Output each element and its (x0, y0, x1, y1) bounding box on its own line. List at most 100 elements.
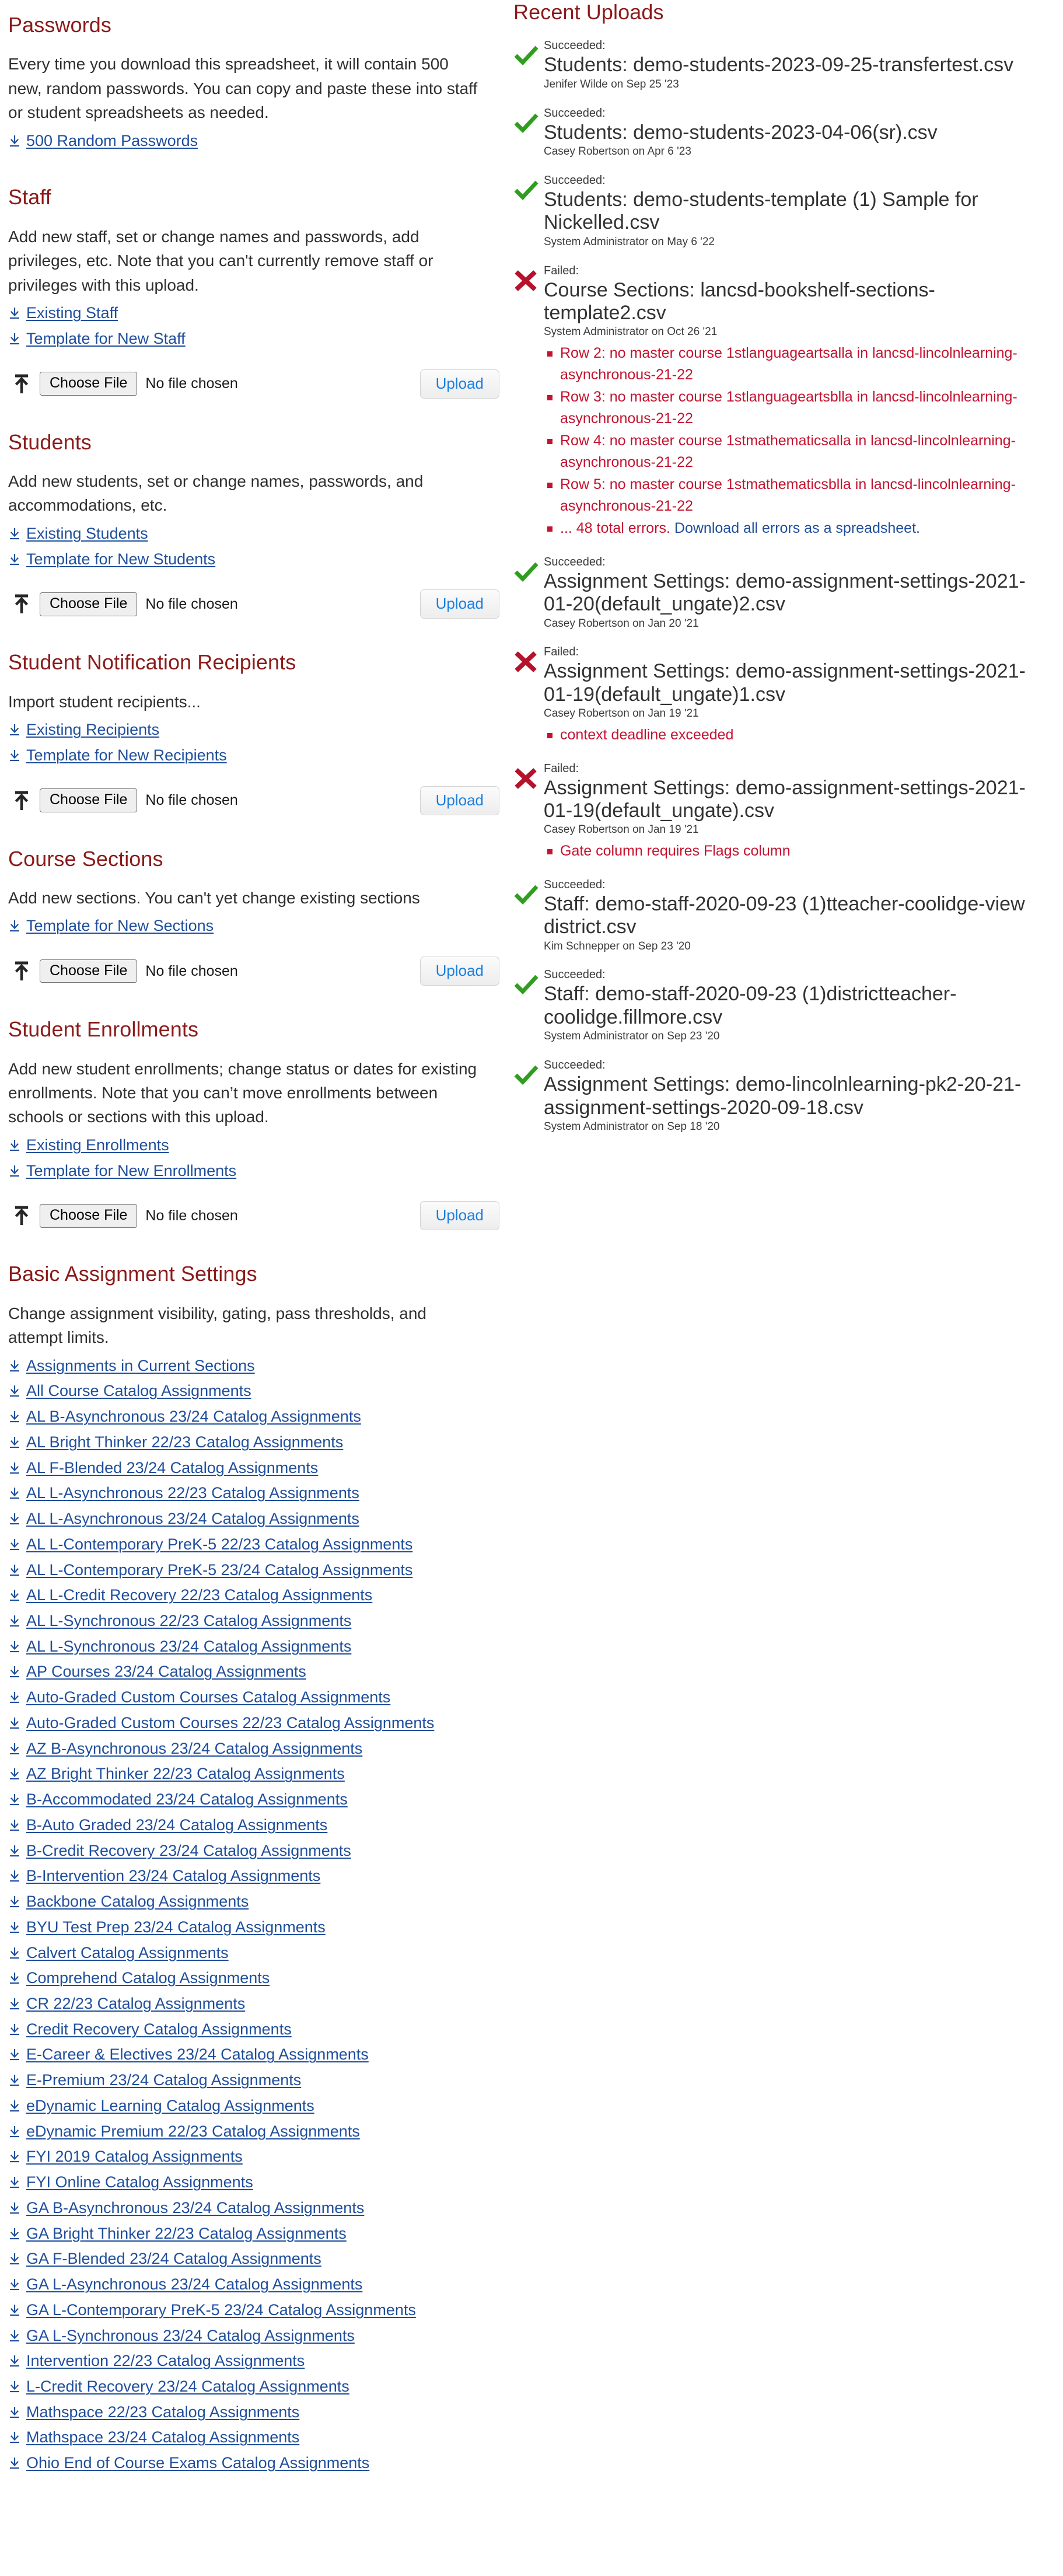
download-link[interactable]: FYI 2019 Catalog Assignments (8, 2148, 243, 2165)
download-link[interactable]: B-Credit Recovery 23/24 Catalog Assignme… (8, 1842, 351, 1859)
upload-button[interactable]: Upload (419, 1201, 499, 1231)
download-link[interactable]: CR 22/23 Catalog Assignments (8, 1995, 245, 2012)
download-link[interactable]: AL L-Asynchronous 22/23 Catalog Assignme… (8, 1484, 359, 1502)
download-link[interactable]: Template for New Students (8, 550, 215, 568)
download-link-row: GA L-Contemporary PreK-5 23/24 Catalog A… (8, 2298, 499, 2323)
download-link-row: AL B-Asynchronous 23/24 Catalog Assignme… (8, 1404, 499, 1430)
download-link[interactable]: L-Credit Recovery 23/24 Catalog Assignme… (8, 2378, 349, 2395)
download-link-row: E-Career & Electives 23/24 Catalog Assig… (8, 2042, 499, 2068)
download-link[interactable]: eDynamic Premium 22/23 Catalog Assignmen… (8, 2123, 360, 2140)
download-link[interactable]: Calvert Catalog Assignments (8, 1944, 229, 1961)
choose-file-button[interactable]: Choose File (40, 592, 138, 616)
file-upload-row: Choose File No file chosen Upload (8, 786, 499, 815)
download-link[interactable]: Existing Staff (8, 304, 118, 322)
download-link[interactable]: GA L-Asynchronous 23/24 Catalog Assignme… (8, 2275, 362, 2293)
upload-meta: System Administrator on May 6 '22 (544, 236, 1051, 249)
download-link[interactable]: Comprehend Catalog Assignments (8, 1969, 270, 1987)
download-link[interactable]: GA B-Asynchronous 23/24 Catalog Assignme… (8, 2199, 364, 2217)
download-link[interactable]: Auto-Graded Custom Courses Catalog Assig… (8, 1688, 390, 1706)
recent-uploads-title: Recent Uploads (513, 0, 664, 24)
download-link[interactable]: Backbone Catalog Assignments (8, 1893, 249, 1910)
download-link-label: AL L-Asynchronous 23/24 Catalog Assignme… (26, 1510, 359, 1528)
upload-button[interactable]: Upload (419, 957, 499, 986)
upload-user: Casey Robertson (544, 823, 630, 836)
choose-file-button[interactable]: Choose File (40, 372, 138, 396)
download-link-list: Existing Staff Template for New Staff (8, 301, 499, 351)
download-link[interactable]: BYU Test Prep 23/24 Catalog Assignments (8, 1918, 326, 1936)
download-link[interactable]: GA Bright Thinker 22/23 Catalog Assignme… (8, 2225, 347, 2242)
download-link[interactable]: AZ Bright Thinker 22/23 Catalog Assignme… (8, 1765, 345, 1782)
download-link[interactable]: AL F-Blended 23/24 Catalog Assignments (8, 1459, 318, 1477)
download-link[interactable]: B-Intervention 23/24 Catalog Assignments (8, 1867, 320, 1884)
download-link[interactable]: eDynamic Learning Catalog Assignments (8, 2097, 314, 2114)
download-link[interactable]: Template for New Staff (8, 330, 186, 347)
download-link[interactable]: AP Courses 23/24 Catalog Assignments (8, 1663, 306, 1680)
download-link[interactable]: E-Career & Electives 23/24 Catalog Assig… (8, 2046, 369, 2063)
download-link[interactable]: AL L-Contemporary PreK-5 22/23 Catalog A… (8, 1535, 412, 1553)
upload-details: Succeeded: Staff: demo-staff-2020-09-23 (… (544, 968, 1051, 1043)
download-link[interactable]: Credit Recovery Catalog Assignments (8, 2020, 292, 2038)
upload-button[interactable]: Upload (419, 369, 499, 399)
section-heading: Student Enrollments (8, 1017, 199, 1042)
download-link[interactable]: AL L-Credit Recovery 22/23 Catalog Assig… (8, 1586, 372, 1604)
download-link[interactable]: GA F-Blended 23/24 Catalog Assignments (8, 2250, 321, 2267)
download-link[interactable]: AL L-Asynchronous 23/24 Catalog Assignme… (8, 1510, 359, 1527)
download-link[interactable]: B-Accommodated 23/24 Catalog Assignments (8, 1790, 348, 1808)
download-link-row: AL F-Blended 23/24 Catalog Assignments (8, 1455, 499, 1481)
download-link[interactable]: FYI Online Catalog Assignments (8, 2173, 253, 2191)
upload-list-item: Succeeded: Assignment Settings: demo-assi… (513, 556, 1051, 631)
download-icon (8, 2023, 21, 2037)
download-link-row: B-Auto Graded 23/24 Catalog Assignments (8, 1813, 499, 1838)
download-link-label: FYI Online Catalog Assignments (26, 2173, 253, 2191)
recent-uploads-list: Succeeded: Students: demo-students-2023-0… (513, 39, 1051, 1133)
recent-uploads-column: Recent Uploads Succeeded: Students: demo-… (513, 0, 1063, 1149)
download-link[interactable]: AZ B-Asynchronous 23/24 Catalog Assignme… (8, 1740, 362, 1757)
download-link[interactable]: AL B-Asynchronous 23/24 Catalog Assignme… (8, 1408, 361, 1425)
download-link[interactable]: Mathspace 22/23 Catalog Assignments (8, 2403, 299, 2421)
download-link[interactable]: AL L-Synchronous 23/24 Catalog Assignmen… (8, 1638, 351, 1655)
download-link[interactable]: Existing Recipients (8, 721, 159, 738)
download-link[interactable]: AL L-Contemporary PreK-5 23/24 Catalog A… (8, 1561, 412, 1579)
failed-x-icon (515, 767, 537, 789)
download-link[interactable]: E-Premium 23/24 Catalog Assignments (8, 2071, 301, 2089)
download-link-label: FYI 2019 Catalog Assignments (26, 2148, 243, 2166)
download-link[interactable]: All Course Catalog Assignments (8, 1382, 251, 1399)
download-errors-link[interactable]: Download all errors as a spreadsheet. (674, 520, 920, 536)
upload-file-name: Assignment Settings: demo-assignment-set… (544, 570, 1026, 616)
choose-file-button[interactable]: Choose File (40, 788, 138, 812)
upload-details: Succeeded: Students: demo-students-2023-0… (544, 107, 1051, 159)
download-link[interactable]: AL Bright Thinker 22/23 Catalog Assignme… (8, 1433, 343, 1451)
download-icon (8, 2252, 21, 2266)
choose-file-button[interactable]: Choose File (40, 959, 138, 983)
upload-status-label: Succeeded: (544, 39, 606, 53)
download-link[interactable]: Template for New Recipients (8, 746, 227, 764)
download-link[interactable]: Ohio End of Course Exams Catalog Assignm… (8, 2454, 369, 2472)
download-link[interactable]: AL L-Synchronous 22/23 Catalog Assignmen… (8, 1612, 351, 1629)
download-link-label: AL L-Contemporary PreK-5 23/24 Catalog A… (26, 1561, 413, 1579)
download-link[interactable]: 500 Random Passwords (8, 132, 198, 149)
upload-error-item: Row 3: no master course 1stlanguageartsb… (544, 386, 1051, 429)
download-link[interactable]: Assignments in Current Sections (8, 1357, 255, 1374)
download-link[interactable]: B-Auto Graded 23/24 Catalog Assignments (8, 1816, 327, 1834)
download-link[interactable]: Auto-Graded Custom Courses 22/23 Catalog… (8, 1714, 434, 1732)
upload-meta: Kim Schnepper on Sep 23 '20 (544, 940, 1051, 954)
download-link[interactable]: Template for New Sections (8, 917, 214, 934)
upload-error-item: ... 48 total errors. Download all errors… (544, 518, 1051, 539)
download-link-row: AL L-Synchronous 22/23 Catalog Assignmen… (8, 1608, 499, 1634)
download-link[interactable]: Template for New Enrollments (8, 1162, 236, 1179)
upload-user: System Administrator (544, 235, 649, 248)
download-link-label: Calvert Catalog Assignments (26, 1943, 229, 1961)
download-link-label: GA L-Contemporary PreK-5 23/24 Catalog A… (26, 2301, 416, 2319)
download-link-label: GA B-Asynchronous 23/24 Catalog Assignme… (26, 2198, 365, 2217)
download-link[interactable]: Existing Enrollments (8, 1136, 169, 1154)
download-link-list: Assignments in Current Sections All Cours… (8, 1353, 499, 2476)
upload-button[interactable]: Upload (419, 589, 499, 619)
download-link[interactable]: Mathspace 23/24 Catalog Assignments (8, 2428, 299, 2446)
upload-button[interactable]: Upload (419, 786, 499, 815)
download-icon (8, 919, 21, 933)
choose-file-button[interactable]: Choose File (40, 1204, 138, 1228)
download-link[interactable]: Intervention 22/23 Catalog Assignments (8, 2352, 305, 2369)
download-link[interactable]: GA L-Contemporary PreK-5 23/24 Catalog A… (8, 2301, 416, 2319)
download-link[interactable]: GA L-Synchronous 23/24 Catalog Assignmen… (8, 2327, 355, 2344)
download-link[interactable]: Existing Students (8, 525, 148, 542)
